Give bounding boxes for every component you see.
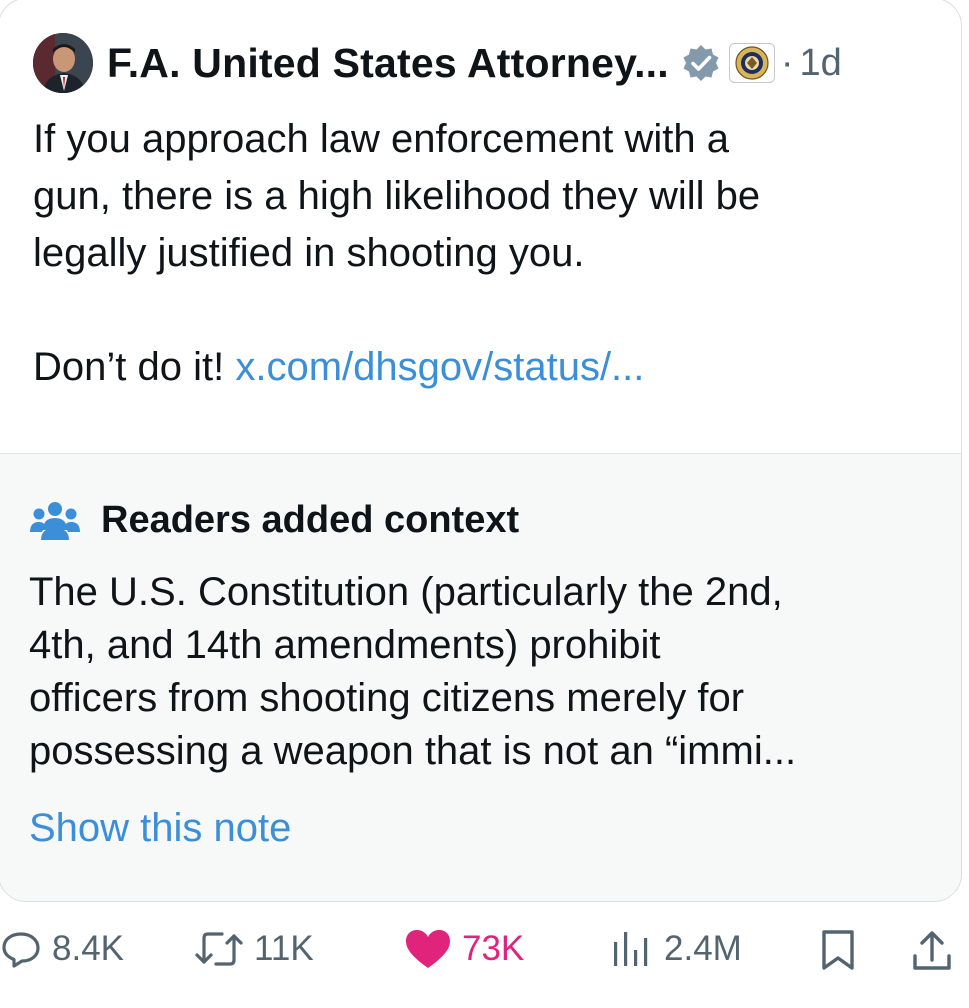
bookmark-icon <box>822 930 854 970</box>
post-text-line: legally justified in shooting you. <box>33 231 585 275</box>
post-text-line: Don’t do it! x.com/dhsgov/status/... <box>33 339 913 396</box>
views-chart-icon <box>614 932 648 966</box>
reply-icon <box>2 932 40 968</box>
bookmark-button[interactable] <box>818 928 858 972</box>
share-icon <box>913 931 951 970</box>
people-icon <box>30 502 80 540</box>
post-text-line: gun, there is a high likelihood they wil… <box>33 174 761 218</box>
note-text-line: possessing a weapon that is not an “immi… <box>29 729 797 773</box>
post-text: If you approach law enforcement with a g… <box>33 111 913 396</box>
avatar[interactable] <box>33 33 93 93</box>
post-header: F.A. United States Attorney... · 1d <box>33 31 842 95</box>
note-title: Readers added context <box>101 498 520 541</box>
post-link[interactable]: x.com/dhsgov/status/... <box>235 345 644 389</box>
note-header: Readers added context <box>29 498 519 542</box>
reply-count: 8.4K <box>52 929 124 968</box>
like-button[interactable]: 73K <box>404 928 524 970</box>
post-text-line: If you approach law enforcement with a <box>33 117 729 161</box>
repost-count: 11K <box>254 929 314 968</box>
note-text-line: The U.S. Constitution (particularly the … <box>29 570 783 614</box>
post-card[interactable]: F.A. United States Attorney... · 1d If y… <box>0 0 962 902</box>
post-timestamp[interactable]: 1d <box>800 42 842 85</box>
reply-button[interactable]: 8.4K <box>0 928 124 970</box>
views-count: 2.4M <box>664 929 742 968</box>
verified-badge-icon <box>683 45 719 81</box>
like-count: 73K <box>462 929 525 968</box>
views-button[interactable]: 2.4M <box>610 928 742 970</box>
post-text-prefix: Don’t do it! <box>33 345 236 389</box>
heart-icon <box>406 930 450 968</box>
note-text-line: officers from shooting citizens merely f… <box>29 676 745 720</box>
share-button[interactable] <box>910 928 954 974</box>
doj-seal-icon <box>728 43 775 83</box>
show-note-link[interactable]: Show this note <box>29 806 291 851</box>
note-text: The U.S. Constitution (particularly the … <box>29 566 929 778</box>
repost-button[interactable]: 11K <box>194 928 314 970</box>
note-text-line: 4th, and 14th amendments) prohibit <box>29 623 661 667</box>
separator-dot: · <box>780 41 794 84</box>
repost-icon <box>195 932 243 966</box>
author-name[interactable]: F.A. United States Attorney... <box>107 40 669 87</box>
community-note: Readers added context The U.S. Constitut… <box>0 453 961 901</box>
action-bar: 8.4K 11K 73K 2.4M <box>0 920 969 980</box>
